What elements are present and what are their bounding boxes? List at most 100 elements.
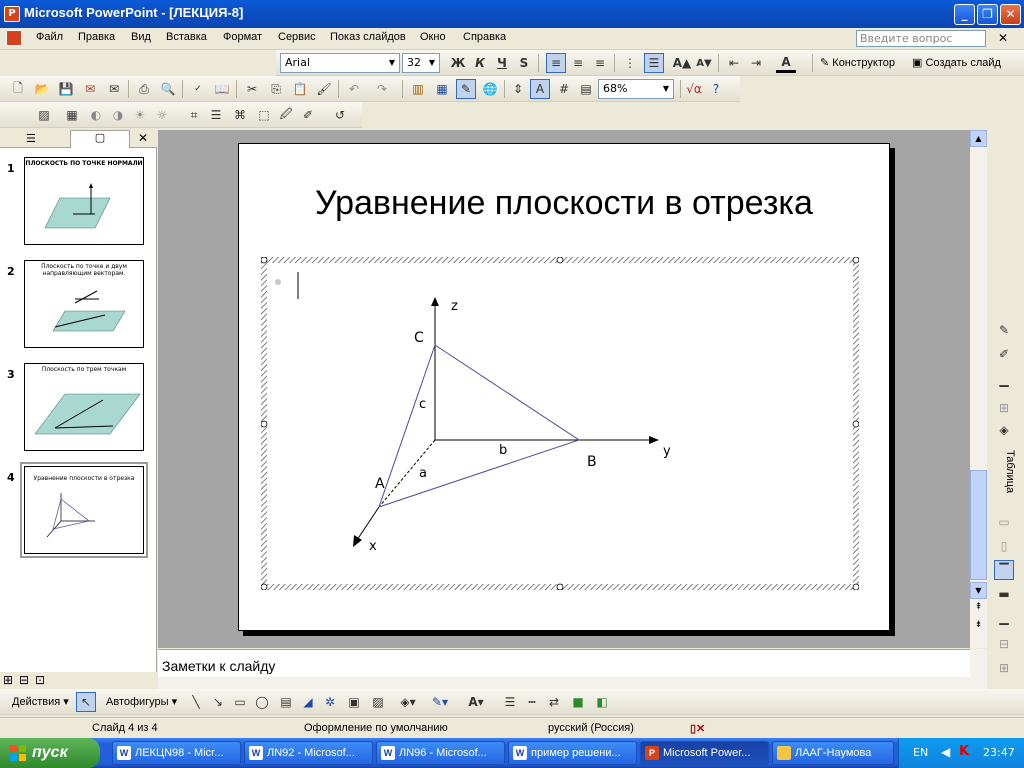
italic-button[interactable]: К	[470, 53, 490, 73]
slide-thumbnail-3[interactable]: Плоскость по трем точкам	[24, 363, 144, 451]
increase-indent-icon[interactable]: ⇥	[746, 53, 766, 73]
menu-view[interactable]: Вид	[131, 31, 151, 43]
slides-tab-icon[interactable]: ▢	[70, 130, 130, 148]
borders-icon[interactable]: ⊞	[994, 398, 1014, 418]
line-color-icon[interactable]: ✎▾	[430, 692, 450, 712]
slide-title[interactable]: Уравнение плоскости в отрезка	[239, 184, 889, 223]
dash-style-icon[interactable]: ┅	[522, 692, 542, 712]
draw-table-icon[interactable]: ✎	[994, 320, 1014, 340]
table-menu-button[interactable]: Таблица	[994, 450, 1016, 506]
more-contrast-icon[interactable]: ◐	[86, 105, 106, 125]
close-pane-icon[interactable]: ✕	[138, 131, 148, 145]
notes-pane[interactable]: Заметки к слайду	[158, 649, 970, 677]
crop-icon[interactable]: ⌗	[184, 105, 204, 125]
equation-icon[interactable]: √α	[684, 79, 704, 99]
permission-icon[interactable]: ✉	[80, 79, 100, 99]
clock[interactable]: 23:47	[983, 746, 1015, 759]
research-icon[interactable]: 📖	[212, 79, 232, 99]
help-search-input[interactable]: Введите вопрос	[856, 30, 986, 47]
diagram-icon[interactable]: ✲	[320, 692, 340, 712]
scroll-thumb[interactable]	[970, 470, 987, 580]
insert-chart-icon[interactable]: ▥	[408, 79, 428, 99]
save-icon[interactable]: 💾	[56, 79, 76, 99]
content-placeholder[interactable]: z y x C B A c b a	[261, 257, 859, 590]
oval-icon[interactable]: ◯	[252, 692, 272, 712]
email-icon[interactable]: ✉	[104, 79, 124, 99]
format-picture-icon[interactable]: 🖉	[276, 105, 296, 125]
previous-slide-button[interactable]: ⇞	[970, 600, 987, 617]
menu-tools[interactable]: Сервис	[278, 31, 316, 43]
notes-placeholder[interactable]: Заметки к слайду	[162, 658, 275, 674]
font-name-select[interactable]: Arial ▼	[280, 53, 400, 73]
open-folder-icon[interactable]: 📂	[32, 79, 52, 99]
menu-insert[interactable]: Вставка	[166, 31, 207, 43]
menu-format[interactable]: Формат	[223, 31, 262, 43]
less-contrast-icon[interactable]: ◑	[108, 105, 128, 125]
print-icon[interactable]: ⎙	[134, 79, 154, 99]
line-style-icon[interactable]: ☰	[206, 105, 226, 125]
minimize-button[interactable]: _	[954, 4, 975, 25]
slide[interactable]: Уравнение плоскости в отрезка z y x C B …	[238, 143, 890, 631]
task-powerpoint[interactable]: P Microsoft Power...	[640, 741, 769, 765]
outline-tab-icon[interactable]: ☰	[26, 132, 36, 145]
wordart-icon[interactable]: ◢	[298, 692, 318, 712]
rectangle-icon[interactable]: ▭	[230, 692, 250, 712]
fill-color-icon[interactable]: ◈	[994, 420, 1014, 440]
reset-picture-icon[interactable]: ↺	[330, 105, 350, 125]
menu-window[interactable]: Окно	[420, 31, 446, 43]
paste-icon[interactable]: 📋	[290, 79, 310, 99]
clip-art-icon[interactable]: ▣	[344, 692, 364, 712]
font-color-icon[interactable]: A	[776, 53, 796, 73]
slide-sorter-icon[interactable]: ⊟	[19, 673, 29, 687]
insert-picture-icon[interactable]: ▨	[34, 105, 54, 125]
insert-table-icon[interactable]: ▦	[432, 79, 452, 99]
less-brightness-icon[interactable]: ☼	[152, 105, 172, 125]
bold-button[interactable]: Ж	[448, 53, 468, 73]
task-word-2[interactable]: W ЛN92 - Microsof...	[244, 741, 373, 765]
numbering-icon[interactable]: ⋮	[620, 53, 640, 73]
back-arrow-icon[interactable]: ◀	[941, 745, 950, 759]
fill-color-draw-icon[interactable]: ◈▾	[398, 692, 418, 712]
decrease-indent-icon[interactable]: ⇤	[724, 53, 744, 73]
autoshapes-menu[interactable]: Автофигуры ▾	[106, 695, 177, 708]
border-style-icon[interactable]: ▁	[994, 370, 1014, 390]
task-word-3[interactable]: W ЛN96 - Microsof...	[376, 741, 505, 765]
font-size-select[interactable]: 32 ▼	[402, 53, 440, 73]
show-grid-icon[interactable]: #	[554, 79, 574, 99]
scroll-down-button[interactable]: ▼	[970, 582, 987, 599]
start-button[interactable]: пуск	[0, 738, 100, 768]
bullets-icon[interactable]: ☰	[644, 53, 664, 73]
color-grayscale-icon[interactable]: ▤	[576, 79, 596, 99]
align-middle-icon[interactable]: ▬	[994, 584, 1014, 604]
horizontal-scrollbar[interactable]	[158, 677, 970, 689]
zoom-select[interactable]: 68% ▼	[598, 79, 674, 99]
3d-style-icon[interactable]: ◧	[592, 692, 612, 712]
merge-cells-icon[interactable]: ▭	[994, 512, 1014, 532]
line-icon[interactable]: ╲	[186, 692, 206, 712]
spelling-icon[interactable]: ✓	[188, 79, 208, 99]
task-word-1[interactable]: W ЛЕКЦN98 - Micr...	[112, 741, 241, 765]
increase-font-icon[interactable]: A▲	[672, 53, 692, 73]
more-brightness-icon[interactable]: ☀	[130, 105, 150, 125]
slide-thumbnail-2[interactable]: Плоскость по точке и двум направляющим в…	[24, 260, 144, 348]
normal-view-icon[interactable]: ⊞	[3, 673, 13, 687]
close-button[interactable]: ✕	[1000, 4, 1021, 25]
align-center-icon[interactable]: ≡	[568, 53, 588, 73]
decrease-font-icon[interactable]: A▼	[694, 53, 714, 73]
print-preview-icon[interactable]: 🔍	[158, 79, 178, 99]
distribute-columns-icon[interactable]: ⊞	[994, 658, 1014, 678]
designer-button[interactable]: ✎ Конструктор	[820, 56, 895, 69]
line-style-draw-icon[interactable]: ☰	[500, 692, 520, 712]
recolor-icon[interactable]: ⬚	[254, 105, 274, 125]
align-top-icon[interactable]: ▔	[994, 560, 1014, 580]
notes-scrollbar[interactable]	[970, 649, 987, 689]
underline-button[interactable]: Ч	[492, 53, 512, 73]
align-right-icon[interactable]: ≡	[590, 53, 610, 73]
slide-thumbnail-4[interactable]: Уравнение плоскости в отрезка	[24, 466, 144, 554]
compress-icon[interactable]: ⌘	[230, 105, 250, 125]
language-bar[interactable]: EN	[913, 746, 928, 759]
vertical-scrollbar[interactable]: ▲ ▼ ⇞ ⇟	[970, 130, 987, 648]
menu-help[interactable]: Справка	[463, 31, 506, 43]
task-word-4[interactable]: Wпример решени...	[508, 741, 637, 765]
arrow-icon[interactable]: ↘	[208, 692, 228, 712]
